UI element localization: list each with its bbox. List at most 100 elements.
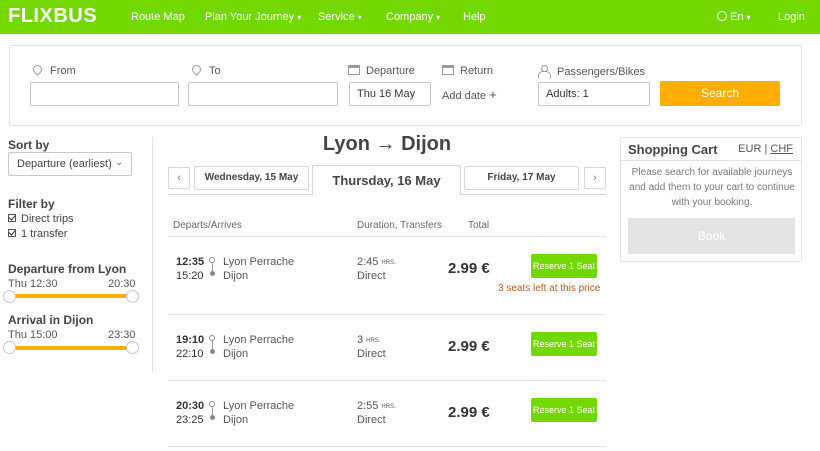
duration-unit: HRS. [366, 338, 381, 344]
column-departs-arrives: Departs/Arrives [173, 220, 242, 231]
currency-eur[interactable]: EUR [738, 143, 761, 155]
destination-station[interactable]: Dijon [223, 414, 248, 426]
passengers-label-text: Passengers/Bikes [557, 66, 646, 78]
trip-row: 20:30 23:25 Lyon Perrache Dijon 2:55 HRS.… [168, 380, 606, 446]
currency-separator: | [764, 143, 768, 155]
to-input[interactable] [188, 82, 338, 106]
nav-route-map-label: Route Map [131, 11, 185, 23]
cart-empty-message: Please search for available journeys and… [629, 167, 795, 208]
login-link[interactable]: Login [778, 11, 805, 23]
search-button[interactable]: Search [660, 81, 780, 106]
filter-direct-trips[interactable]: Direct trips [8, 213, 74, 225]
trip-row: 12:35 15:20 Lyon Perrache Dijon 2:45 HRS.… [168, 236, 606, 302]
language-selector[interactable]: En ▾ [717, 11, 750, 23]
departure-range-min: Thu 12:30 [8, 278, 58, 290]
add-return-date[interactable]: Add date + [442, 87, 497, 102]
arrival-range-track[interactable] [9, 346, 133, 350]
tab-previous-day[interactable]: Wednesday, 15 May [194, 166, 309, 190]
trip-row: 19:10 22:10 Lyon Perrache Dijon 3 HRS. Di… [168, 314, 606, 380]
tab-current-day[interactable]: Thursday, 16 May [312, 165, 461, 195]
destination-dot-icon [210, 415, 215, 420]
arrival-range-max-handle[interactable] [126, 341, 139, 354]
prev-day-arrow[interactable]: ‹ [168, 167, 190, 189]
reserve-seat-button[interactable]: Reserve 1 Seat [531, 254, 597, 278]
currency-switcher: EUR | CHF [738, 143, 793, 155]
to-label-text: To [209, 65, 221, 77]
chevron-down-icon: ⌄ [115, 157, 123, 167]
departure-time: 20:30 [176, 400, 205, 412]
nav-company-label: Company [386, 11, 434, 23]
departure-range-track[interactable] [9, 294, 133, 298]
arrival-range-max: 23:30 [108, 329, 136, 341]
reserve-seat-button[interactable]: Reserve 1 Seat [531, 398, 597, 422]
passengers-label: Passengers/Bikes [538, 65, 645, 78]
nav-plan-journey-label: Plan Your Journey [205, 11, 295, 23]
tab-next-day[interactable]: Friday, 17 May [464, 166, 579, 190]
return-label: Return [442, 65, 493, 77]
filter-one-transfer[interactable]: 1 transfer [8, 228, 67, 240]
nav-service-label: Service [318, 11, 355, 23]
column-total: Total [468, 220, 490, 231]
shopping-cart: Shopping Cart EUR | CHF Please search fo… [620, 137, 802, 262]
from-input[interactable] [30, 82, 179, 106]
calendar-icon [348, 65, 360, 75]
currency-chf[interactable]: CHF [770, 143, 793, 155]
chevron-right-icon: › [593, 172, 597, 184]
trip-price: 2.99 € [448, 338, 490, 355]
nav-plan-journey[interactable]: Plan Your Journey ▾ [205, 11, 301, 23]
departure-time: 12:35 [176, 256, 205, 268]
nav-service[interactable]: Service ▾ [318, 11, 362, 23]
plus-icon: + [489, 87, 497, 102]
arrival-time: 22:10 [176, 348, 204, 360]
sort-heading: Sort by [8, 138, 50, 152]
departure-date-input[interactable]: Thu 16 May [349, 82, 431, 106]
passengers-input[interactable]: Adults: 1 [538, 82, 650, 106]
add-date-label: Add date [442, 90, 487, 102]
chevron-down-icon: ▾ [357, 13, 362, 22]
arrival-range-heading: Arrival in Dijon [8, 313, 94, 327]
flixbus-logo[interactable]: FLIXBUS [8, 5, 97, 28]
filter-transfer-label: 1 transfer [21, 228, 68, 240]
sort-select[interactable]: Departure (earliest) ⌄ [8, 152, 132, 176]
origin-station[interactable]: Lyon Perrache [223, 256, 294, 268]
trip-duration: 3 HRS. [357, 334, 380, 346]
chevron-down-icon: ▾ [436, 13, 441, 22]
origin-dot-icon [209, 335, 215, 341]
destination-station[interactable]: Dijon [223, 348, 248, 360]
to-label: To [190, 63, 221, 77]
trip-price: 2.99 € [448, 404, 490, 421]
trip-duration: 2:55 HRS. [357, 400, 396, 412]
duration-value: 2:45 [357, 256, 379, 268]
reserve-seat-button[interactable]: Reserve 1 Seat [531, 332, 597, 356]
filter-heading: Filter by [8, 197, 55, 211]
return-label-text: Return [460, 65, 494, 77]
origin-station[interactable]: Lyon Perrache [223, 400, 294, 412]
checkbox-checked-icon[interactable] [8, 229, 16, 237]
duration-unit: HRS. [381, 260, 396, 266]
chevron-down-icon: ▾ [297, 13, 302, 22]
top-nav: FLIXBUS Route Map Plan Your Journey ▾ Ser… [0, 0, 820, 34]
filter-direct-label: Direct trips [21, 213, 74, 225]
next-day-arrow[interactable]: › [584, 167, 606, 189]
checkbox-checked-icon[interactable] [8, 214, 16, 222]
from-label: From [31, 63, 76, 77]
destination-station[interactable]: Dijon [223, 270, 248, 282]
trip-transfers: Direct [357, 348, 386, 360]
nav-company[interactable]: Company ▾ [386, 11, 440, 23]
nav-route-map[interactable]: Route Map [131, 11, 185, 23]
origin-station[interactable]: Lyon Perrache [223, 334, 294, 346]
departure-range-min-handle[interactable] [3, 290, 16, 303]
arrival-range-min-handle[interactable] [3, 341, 16, 354]
destination-dot-icon [210, 349, 215, 354]
person-icon [538, 65, 551, 78]
column-duration-transfers: Duration, Transfers [357, 220, 443, 231]
departure-time: 19:10 [176, 334, 205, 346]
departure-range-max-handle[interactable] [126, 290, 139, 303]
language-label: En [730, 11, 744, 23]
nav-help[interactable]: Help [463, 11, 486, 23]
chevron-left-icon: ‹ [177, 172, 181, 184]
book-button[interactable]: Book [628, 218, 795, 254]
sort-select-value: Departure (earliest) [17, 158, 112, 170]
from-label-text: From [50, 65, 76, 77]
departure-label: Departure [348, 65, 415, 77]
